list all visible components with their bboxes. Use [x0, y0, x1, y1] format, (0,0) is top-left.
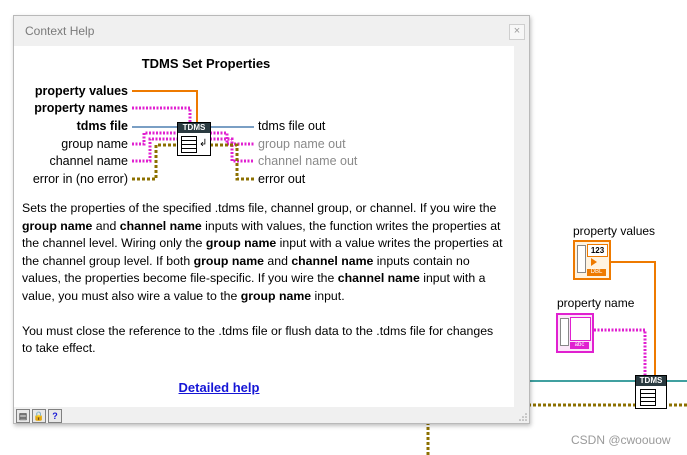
close-button[interactable]: × [509, 24, 525, 40]
output-error-out: error out [258, 172, 306, 186]
show-optional-terminals-button[interactable]: ▤ [16, 409, 30, 423]
input-property-names: property names [34, 101, 128, 115]
help-button[interactable]: ? [48, 409, 62, 423]
tdms-set-properties-node[interactable]: TDMS [635, 375, 667, 409]
description-paragraph-2: You must close the reference to the .tdm… [22, 323, 494, 356]
dbl-badge: DBL [587, 269, 606, 276]
tdms-icon-header: TDMS [178, 123, 210, 133]
property-list-icon [181, 136, 197, 153]
output-tdms-file-out: tdms file out [258, 119, 326, 133]
tdms-set-properties-icon: TDMS ↲ [177, 122, 211, 156]
help-toolbar: ▤ 🔒 ? [14, 407, 529, 423]
vertical-scrollbar[interactable] [514, 46, 529, 407]
help-content: TDMS Set Properties TDMS ↲ property valu… [14, 46, 514, 407]
function-description: Sets the properties of the specified .td… [22, 200, 504, 375]
string-icon [570, 317, 591, 341]
input-tdms-file: tdms file [76, 119, 128, 133]
property-name-const-label: property name [557, 296, 635, 310]
property-list-icon [640, 389, 656, 406]
play-arrow-icon [591, 258, 597, 266]
array-index-display[interactable] [560, 318, 569, 346]
resize-grip-icon[interactable] [519, 413, 527, 421]
input-group-name: group name [61, 137, 128, 151]
context-help-window[interactable]: Context Help × TDMS Set Properties TDMS … [13, 15, 530, 424]
input-property-values: property values [34, 84, 128, 98]
window-titlebar[interactable]: Context Help × [14, 16, 529, 46]
show-optional-terminals-icon: ▤ [18, 411, 28, 421]
csdn-watermark: CSDN @cwoouow [571, 433, 671, 447]
tdms-node-header: TDMS [636, 376, 666, 386]
window-title: Context Help [25, 24, 95, 38]
output-channel-name-out: channel name out [258, 154, 358, 168]
description-paragraph-1: Sets the properties of the specified .td… [22, 201, 503, 303]
abc-badge: abc [570, 342, 589, 349]
input-error-in: error in (no error) [32, 172, 128, 186]
property-values-const[interactable]: 123 DBL [573, 240, 611, 280]
output-group-name-out: group name out [258, 137, 346, 151]
numeric-icon: 123 [587, 244, 608, 257]
array-index-display[interactable] [577, 245, 586, 273]
detailed-help-link[interactable]: Detailed help [14, 380, 424, 395]
input-channel-name: channel name [49, 154, 128, 168]
property-name-const[interactable]: abc [556, 313, 594, 353]
property-values-const-label: property values [573, 224, 656, 238]
lock-button[interactable]: 🔒 [32, 409, 46, 423]
arrow-icon: ↲ [199, 138, 208, 149]
lock-icon: 🔒 [33, 411, 45, 421]
